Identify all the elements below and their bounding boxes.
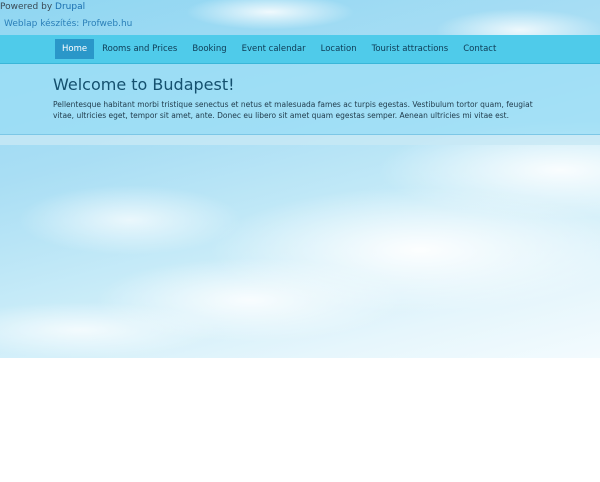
nav-item-contact[interactable]: Contact	[456, 39, 503, 59]
nav-items: Home Rooms and Prices Booking Event cale…	[55, 39, 504, 59]
drupal-link[interactable]: Drupal	[55, 2, 85, 12]
nav-item-rooms-and-prices[interactable]: Rooms and Prices	[95, 39, 184, 59]
hero-section: Welcome to Budapest! Pellentesque habita…	[0, 64, 600, 135]
nav-item-tourist-attractions[interactable]: Tourist attractions	[365, 39, 456, 59]
nav-item-location[interactable]: Location	[314, 39, 364, 59]
hero-divider-strip	[0, 135, 600, 145]
page-title: Welcome to Budapest!	[53, 75, 235, 94]
nav-item-booking[interactable]: Booking	[185, 39, 233, 59]
nav-item-event-calendar[interactable]: Event calendar	[235, 39, 313, 59]
weblap-credit-link[interactable]: Weblap készítés: Profweb.hu	[4, 19, 132, 29]
hero-text: Pellentesque habitant morbi tristique se…	[53, 100, 533, 120]
main-navbar: Home Rooms and Prices Booking Event cale…	[0, 35, 600, 64]
powered-by: Powered by Drupal	[0, 2, 85, 12]
powered-by-prefix: Powered by	[0, 2, 56, 12]
nav-item-home[interactable]: Home	[55, 39, 95, 59]
